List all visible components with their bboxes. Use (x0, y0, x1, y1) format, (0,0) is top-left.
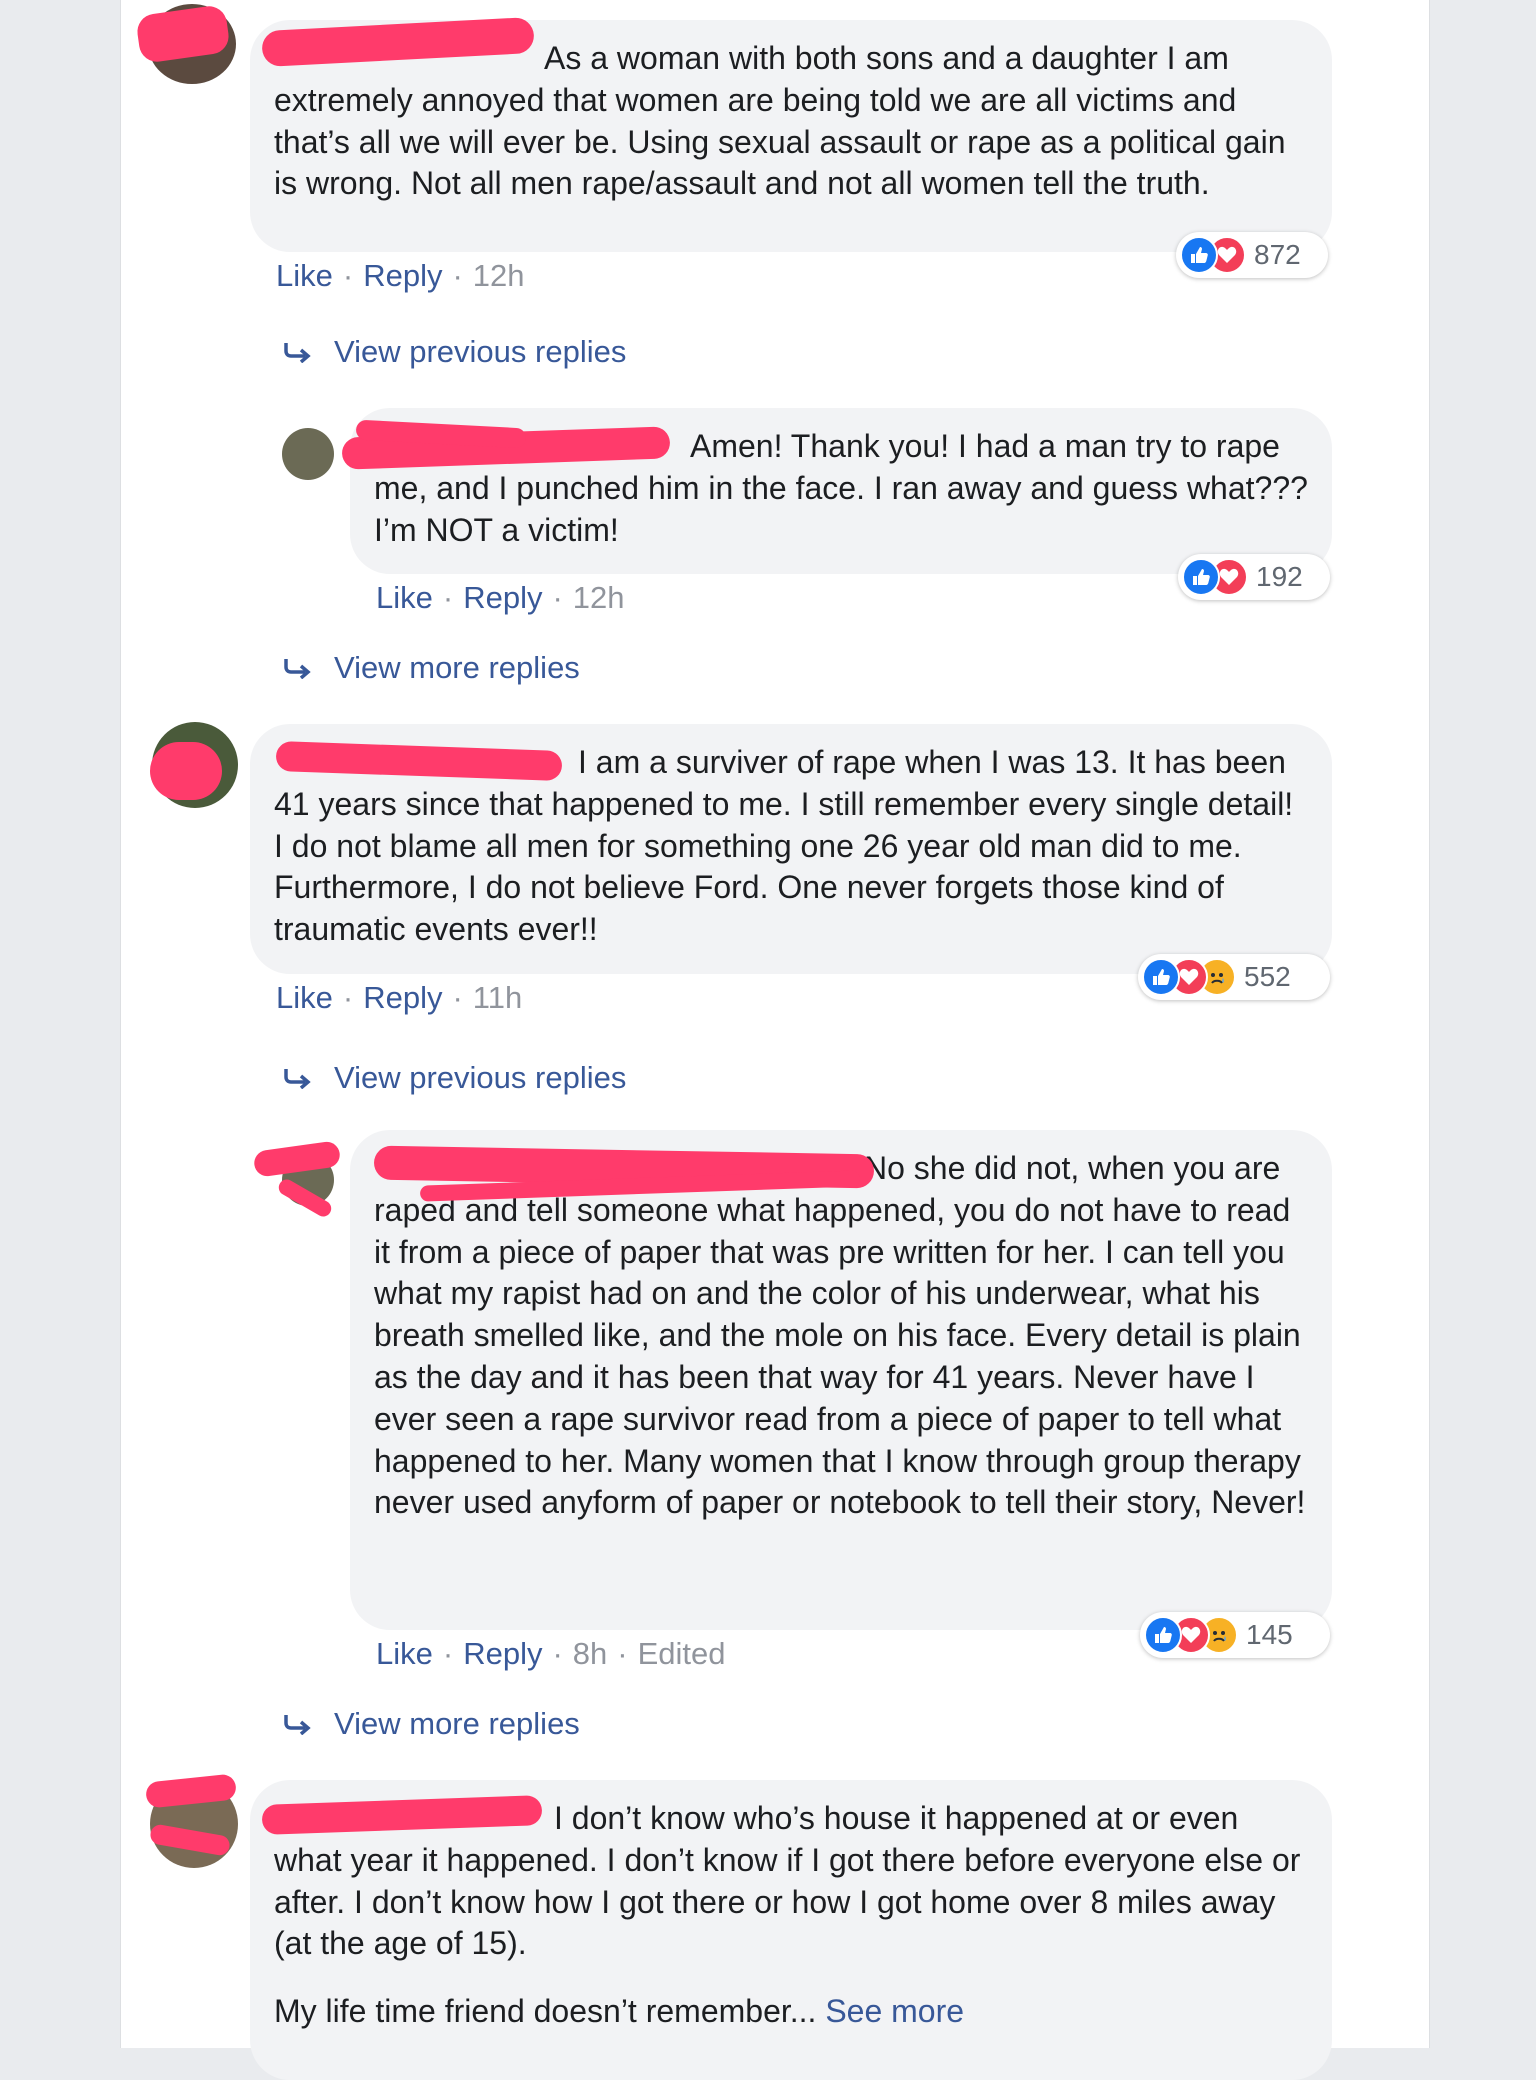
view-previous-replies-link[interactable]: View previous replies (284, 1060, 626, 1096)
comment-text-continued: My life time friend doesn’t remember... (274, 1993, 817, 2030)
like-icon (1142, 958, 1180, 996)
comment-text: No she did not, when you are raped and t… (374, 1150, 1306, 1521)
reaction-summary[interactable]: 552 (1138, 954, 1330, 1000)
comment-text: As a woman with both sons and a daughter… (274, 40, 1286, 202)
see-more-link[interactable]: See more (825, 1993, 964, 2029)
comment-bubble: No she did not, when you are raped and t… (350, 1130, 1332, 1630)
comment-actions: Like · Reply · 12h (276, 258, 525, 293)
reply-arrow-icon (284, 1069, 311, 1089)
like-icon (1182, 558, 1220, 596)
timestamp[interactable]: 8h (573, 1636, 607, 1671)
reaction-summary[interactable]: 192 (1178, 554, 1330, 600)
reaction-summary[interactable]: 145 (1140, 1612, 1330, 1658)
redaction-mark (150, 742, 222, 800)
reply-link[interactable]: Reply (363, 980, 442, 1015)
view-previous-replies-label: View previous replies (334, 1060, 627, 1095)
reaction-count: 552 (1244, 961, 1291, 992)
avatar[interactable] (282, 428, 334, 480)
reply-link[interactable]: Reply (463, 1636, 542, 1671)
view-previous-replies-link[interactable]: View previous replies (284, 334, 626, 370)
like-link[interactable]: Like (276, 980, 333, 1015)
comment-actions: Like · Reply · 11h (276, 980, 523, 1015)
like-link[interactable]: Like (376, 580, 433, 615)
like-link[interactable]: Like (376, 1636, 433, 1671)
reaction-count: 145 (1246, 1619, 1293, 1650)
like-link[interactable]: Like (276, 258, 333, 293)
view-more-replies-link[interactable]: View more replies (284, 1706, 580, 1742)
reply-arrow-icon (284, 343, 311, 363)
reaction-count: 192 (1256, 561, 1303, 592)
view-more-replies-label: View more replies (334, 650, 580, 685)
reply-link[interactable]: Reply (463, 580, 542, 615)
like-icon (1144, 1616, 1182, 1654)
comment-actions: Like · Reply · 8h · Edited (376, 1636, 726, 1671)
view-more-replies-link[interactable]: View more replies (284, 650, 580, 686)
timestamp[interactable]: 12h (473, 258, 525, 293)
view-more-replies-label: View more replies (334, 1706, 580, 1741)
edited-label[interactable]: Edited (638, 1636, 726, 1671)
timestamp[interactable]: 11h (473, 980, 522, 1015)
reaction-summary[interactable]: 872 (1176, 232, 1328, 278)
view-previous-replies-label: View previous replies (334, 334, 627, 369)
reply-arrow-icon (284, 1715, 311, 1735)
comment-actions: Like · Reply · 12h (376, 580, 625, 615)
like-icon (1180, 236, 1218, 274)
reaction-count: 872 (1254, 239, 1301, 270)
reply-arrow-icon (284, 659, 311, 679)
reply-link[interactable]: Reply (363, 258, 442, 293)
timestamp[interactable]: 12h (573, 580, 625, 615)
